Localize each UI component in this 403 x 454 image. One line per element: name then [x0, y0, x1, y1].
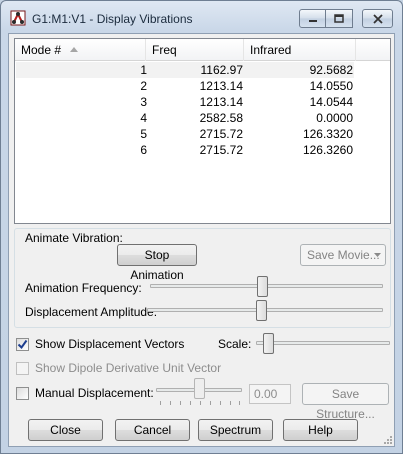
close-window-button[interactable]	[362, 9, 393, 28]
cell-infrared: 92.5682	[309, 63, 353, 77]
animate-vibration-label: Animate Vibration:	[25, 231, 123, 245]
displacement-amplitude-label: Displacement Amplitude:	[25, 305, 158, 319]
help-button[interactable]: Help	[283, 419, 358, 441]
cell-mode: 3	[140, 95, 147, 109]
sort-ascending-icon	[70, 47, 78, 52]
cell-freq: 2715.72	[199, 127, 243, 141]
display-vibrations-window: G1:M1:V1 - Display Vibrations Mode # Fre…	[0, 0, 403, 454]
table-row[interactable]: 6 2715.72 126.3260	[16, 142, 354, 158]
maximize-button[interactable]	[326, 9, 353, 28]
slider-tick	[170, 401, 171, 405]
vibration-modes-list[interactable]: Mode # Freq Infrared 1 1162.97 92.5682 2…	[14, 38, 391, 224]
title-bar[interactable]: G1:M1:V1 - Display Vibrations	[1, 1, 402, 31]
show-displacement-vectors-label: Show Displacement Vectors	[35, 337, 185, 351]
cell-mode: 5	[140, 127, 147, 141]
show-dipole-vector-label: Show Dipole Derivative Unit Vector	[35, 361, 222, 375]
table-row[interactable]: 1 1162.97 92.5682	[16, 62, 354, 78]
manual-displacement-slider-thumb[interactable]	[194, 378, 205, 399]
show-dipole-vector-checkbox[interactable]	[16, 362, 29, 375]
table-row[interactable]: 2 1213.14 14.0550	[16, 78, 354, 94]
cell-mode: 6	[140, 143, 147, 157]
cell-freq: 1213.14	[199, 79, 243, 93]
cell-mode: 4	[140, 111, 147, 125]
stop-animation-button[interactable]: Stop Animation	[117, 244, 197, 282]
cell-infrared: 14.0550	[309, 79, 353, 93]
scale-label: Scale:	[218, 337, 252, 351]
column-header-freq[interactable]: Freq	[146, 39, 244, 61]
resize-grip-icon[interactable]	[383, 435, 393, 445]
dropdown-arrow-icon	[374, 253, 381, 257]
manual-displacement-checkbox[interactable]	[16, 387, 29, 400]
displacement-amplitude-slider-thumb[interactable]	[256, 300, 267, 321]
cell-infrared: 126.3260	[302, 143, 353, 157]
minimize-icon	[308, 19, 317, 22]
list-header: Mode # Freq Infrared	[15, 39, 390, 61]
scale-slider-thumb[interactable]	[263, 333, 274, 354]
minimize-button[interactable]	[299, 9, 326, 28]
save-movie-button[interactable]: Save Movie...	[300, 244, 386, 266]
column-header-label: Infrared	[250, 43, 292, 57]
cell-freq: 1162.97	[200, 63, 244, 77]
slider-tick	[180, 401, 181, 405]
slider-tick	[230, 401, 231, 405]
show-displacement-vectors-checkbox[interactable]	[16, 338, 29, 351]
column-header-label: Freq	[152, 43, 177, 57]
column-header-infrared[interactable]: Infrared	[244, 39, 356, 61]
save-structure-button[interactable]: Save Structure...	[302, 383, 389, 421]
column-header-label: Mode #	[21, 43, 62, 57]
manual-displacement-label: Manual Displacement:	[35, 386, 154, 400]
animation-frequency-slider-thumb[interactable]	[257, 276, 268, 297]
cell-freq: 1213.14	[199, 95, 243, 109]
slider-tick	[190, 401, 191, 405]
cell-freq: 2715.72	[199, 143, 243, 157]
dialog-client-area: Mode # Freq Infrared 1 1162.97 92.5682 2…	[8, 33, 395, 447]
cancel-button[interactable]: Cancel	[115, 419, 190, 441]
window-title: G1:M1:V1 - Display Vibrations	[32, 12, 193, 26]
checkmark-icon	[17, 339, 28, 350]
save-movie-label: Save Movie...	[307, 248, 380, 262]
cell-infrared: 14.0544	[309, 95, 353, 109]
slider-tick	[210, 401, 211, 405]
cell-infrared: 126.3320	[302, 127, 353, 141]
close-icon	[372, 13, 383, 24]
cell-mode: 1	[140, 63, 147, 77]
table-row[interactable]: 5 2715.72 126.3320	[16, 126, 354, 142]
close-button[interactable]: Close	[28, 419, 103, 441]
scale-slider-track[interactable]	[256, 341, 390, 345]
table-row[interactable]: 3 1213.14 14.0544	[16, 94, 354, 110]
slider-tick	[239, 401, 240, 405]
slider-tick	[160, 401, 161, 405]
maximize-icon	[334, 13, 344, 23]
slider-tick	[200, 401, 201, 405]
spectrum-button[interactable]: Spectrum	[198, 419, 273, 441]
animation-frequency-label: Animation Frequency:	[25, 281, 142, 295]
cell-mode: 2	[140, 79, 147, 93]
column-header-mode[interactable]: Mode #	[15, 39, 146, 61]
manual-displacement-value-field[interactable]: 0.00	[249, 384, 291, 404]
table-row[interactable]: 4 2582.58 0.0000	[16, 110, 354, 126]
cell-infrared: 0.0000	[316, 111, 353, 125]
cell-freq: 2582.58	[199, 111, 243, 125]
molecule-app-icon	[10, 10, 26, 26]
slider-tick	[220, 401, 221, 405]
